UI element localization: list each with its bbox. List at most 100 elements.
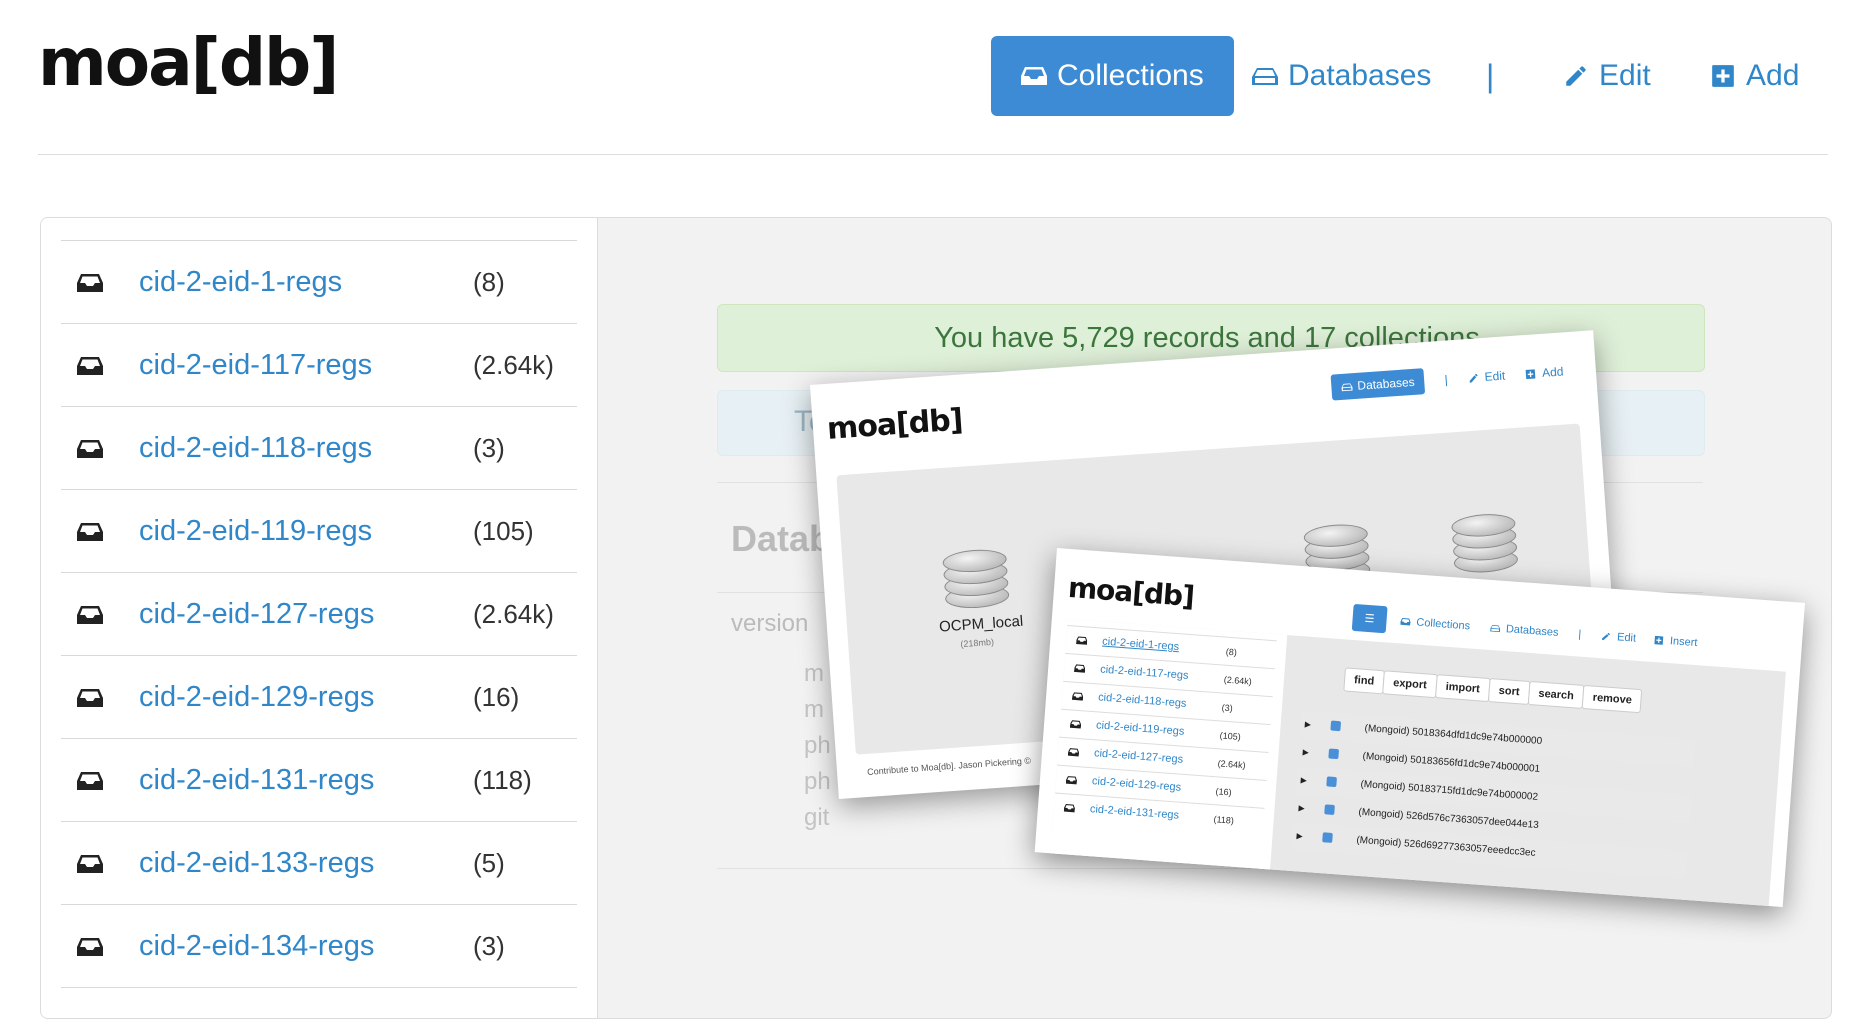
collection-count: (3) <box>473 930 505 961</box>
database-icon <box>941 544 1010 611</box>
inbox-icon <box>77 439 103 459</box>
inbox-icon <box>1072 692 1084 702</box>
collection-name[interactable]: cid-2-eid-129-regs <box>139 681 374 714</box>
collection-item[interactable]: cid-2-eid-119-regs (105) <box>61 489 577 572</box>
search-button: search <box>1527 680 1585 709</box>
stat-fragment: m <box>804 660 824 687</box>
inbox-icon <box>1070 719 1082 729</box>
nav-separator: | <box>1577 627 1582 641</box>
checkbox-icon <box>1324 804 1335 816</box>
list-button: ☰ <box>1351 603 1388 634</box>
collection-name[interactable]: cid-2-eid-118-regs <box>139 432 372 465</box>
collection-name[interactable]: cid-2-eid-127-regs <box>139 598 374 631</box>
inbox-icon <box>1076 636 1088 646</box>
nav-edit-label: Edit <box>1616 630 1637 645</box>
collection-name[interactable]: cid-2-eid-131-regs <box>139 764 374 797</box>
collection-item[interactable]: cid-2-eid-117-regs (2.64k) <box>61 323 577 406</box>
stat-fragment: m <box>804 696 824 723</box>
collection-item[interactable]: cid-2-eid-134-regs (3) <box>61 904 577 988</box>
collection-name: cid-2-eid-129-regs <box>1091 775 1182 794</box>
collection-name[interactable]: cid-2-eid-1-regs <box>139 266 342 299</box>
inbox-icon <box>77 605 103 625</box>
checkbox-icon <box>1322 832 1333 843</box>
nav-databases-label: Databases <box>1356 374 1416 393</box>
nav-edit-label: Edit <box>1599 59 1651 92</box>
nav-databases-label: Databases <box>1288 59 1432 92</box>
query-toolbar: find export import sort search remove <box>1343 667 1643 714</box>
collection-item[interactable]: cid-2-eid-1-regs (8) <box>61 240 577 323</box>
collection-count: (105) <box>1219 730 1242 742</box>
nav-collections[interactable]: Collections <box>991 36 1234 116</box>
collection-item[interactable]: cid-2-eid-129-regs (16) <box>61 655 577 738</box>
collection-item[interactable]: cid-2-eid-118-regs (3) <box>61 406 577 489</box>
nav-databases-label: Databases <box>1505 622 1559 639</box>
collection-list: cid-2-eid-1-regs (8) cid-2-eid-117-regs … <box>61 240 577 988</box>
inbox-icon <box>77 273 103 293</box>
list-icon: ☰ <box>1364 612 1375 626</box>
collection-name: cid-2-eid-118-regs <box>1097 691 1187 710</box>
nav-edit[interactable]: Edit <box>1563 36 1651 116</box>
export-button: export <box>1382 670 1438 699</box>
collection-count: (105) <box>473 515 534 546</box>
version-label: version <box>731 610 809 637</box>
database-size: (218mb) <box>960 636 995 650</box>
nav-databases[interactable]: Databases <box>1252 36 1431 116</box>
expand-icon: ▶ <box>1302 747 1310 757</box>
hdd-icon <box>1490 623 1501 632</box>
header-divider <box>38 154 1828 155</box>
pencil-icon <box>1467 372 1479 384</box>
collection-item[interactable]: cid-2-eid-131-regs (118) <box>61 738 577 821</box>
nav-add[interactable]: Add <box>1710 36 1799 116</box>
sort-button: sort <box>1487 678 1531 705</box>
plus-square-icon <box>1710 63 1736 89</box>
document-id: (Mongoid) 50183656fd1dc9e74b000001 <box>1362 750 1541 775</box>
collection-count: (16) <box>1215 786 1232 798</box>
expand-icon: ▶ <box>1298 803 1306 813</box>
collection-name[interactable]: cid-2-eid-133-regs <box>139 847 374 880</box>
collection-count: (2.64k) <box>1217 758 1246 771</box>
inbox-icon <box>1064 803 1076 813</box>
inbox-icon <box>77 522 103 542</box>
document-list: ▶ (Mongoid) 5018364dfd1dc9e74b000000 ▶ (… <box>1291 710 1696 889</box>
pencil-icon <box>1563 63 1589 89</box>
inbox-icon <box>77 937 103 957</box>
document-id: (Mongoid) 526d576c7363057dee044e13 <box>1358 806 1540 832</box>
plus-square-icon <box>1654 634 1665 645</box>
remove-button: remove <box>1581 684 1643 714</box>
collection-count: (118) <box>473 764 532 795</box>
hdd-icon <box>1252 65 1278 87</box>
collection-count: (2.64k) <box>1223 674 1253 687</box>
collection-item[interactable]: cid-2-eid-133-regs (5) <box>61 821 577 904</box>
find-button: find <box>1343 667 1386 695</box>
collection-name[interactable]: cid-2-eid-117-regs <box>139 349 372 382</box>
collection-count: (8) <box>473 266 505 297</box>
screenshot-nav: Databases | Edit Add <box>1330 358 1565 401</box>
inbox-icon <box>1074 664 1086 674</box>
nav-databases: Databases <box>1330 368 1426 401</box>
collection-name: cid-2-eid-117-regs <box>1099 663 1189 682</box>
document-id: (Mongoid) 50183715fd1dc9e74b000002 <box>1360 778 1539 803</box>
inbox-icon <box>77 688 103 708</box>
import-button: import <box>1434 674 1491 703</box>
nav-collections-label: Collections <box>1057 59 1204 92</box>
nav-separator: | <box>1444 372 1449 387</box>
collections-sidebar: cid-2-eid-1-regs (8) cid-2-eid-117-regs … <box>1050 618 1288 875</box>
hdd-icon <box>1341 382 1353 392</box>
app-logo: moa[db] <box>1066 570 1196 614</box>
nav-collections-label: Collections <box>1415 616 1471 632</box>
nav-insert-label: Insert <box>1669 634 1698 649</box>
database-icon <box>1450 508 1519 575</box>
collection-item[interactable]: cid-2-eid-127-regs (2.64k) <box>61 572 577 655</box>
collection-name: cid-2-eid-127-regs <box>1093 747 1184 766</box>
collection-name[interactable]: cid-2-eid-119-regs <box>139 515 372 548</box>
inbox-icon <box>77 771 103 791</box>
inbox-icon <box>1066 775 1078 785</box>
expand-icon: ▶ <box>1296 831 1304 841</box>
collection-name[interactable]: cid-2-eid-134-regs <box>139 930 374 963</box>
collections-screenshot: moa[db] ☰ Collections Databases | Edit I… <box>1034 548 1805 908</box>
collections-sidebar: cid-2-eid-1-regs (8) cid-2-eid-117-regs … <box>41 218 598 1018</box>
collection-count: (8) <box>1225 646 1238 658</box>
collection-count: (16) <box>473 681 520 712</box>
stat-fragment: ph <box>804 732 831 759</box>
collection-name: cid-2-eid-1-regs <box>1101 635 1180 654</box>
